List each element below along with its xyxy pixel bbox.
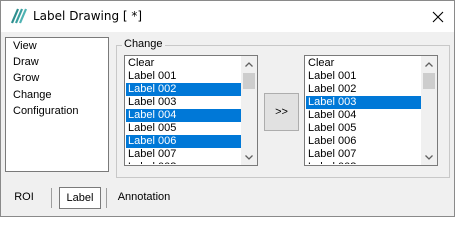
target-label-items: Clear Label 001 Label 002 Label 003 Label 00… xyxy=(306,57,422,164)
tab-separator xyxy=(106,188,107,208)
category-item-change[interactable]: Change xyxy=(13,89,52,102)
title-bar: Label Drawing [ *] xyxy=(1,1,454,32)
source-list-scrollbar[interactable] xyxy=(241,56,257,165)
list-item[interactable]: Label 001 xyxy=(126,70,242,83)
category-item-view[interactable]: View xyxy=(13,40,37,53)
scroll-down-button[interactable] xyxy=(421,149,437,165)
close-button[interactable] xyxy=(421,1,454,32)
list-item[interactable]: Label 003 xyxy=(306,96,422,109)
target-label-list[interactable]: Clear Label 001 Label 002 Label 003 Label 00… xyxy=(304,55,438,166)
category-item-draw[interactable]: Draw xyxy=(13,56,39,69)
change-group-label: Change xyxy=(122,38,165,51)
window-title: Label Drawing [ *] xyxy=(33,9,143,23)
tab-separator xyxy=(51,188,52,208)
source-label-items: Clear Label 001 Label 002 Label 003 Label 00… xyxy=(126,57,242,164)
list-item[interactable]: Label 004 xyxy=(306,109,422,122)
tab-label[interactable]: Label xyxy=(59,187,101,209)
app-logo-icon xyxy=(10,8,29,24)
category-item-configuration[interactable]: Configuration xyxy=(13,105,78,118)
list-item[interactable]: Label 007 xyxy=(126,148,242,161)
tab-roi[interactable]: ROI xyxy=(9,187,39,209)
list-item[interactable]: Label 005 xyxy=(306,122,422,135)
source-label-list[interactable]: Clear Label 001 Label 002 Label 003 Label 00… xyxy=(124,55,258,166)
scroll-up-button[interactable] xyxy=(421,56,437,72)
chevron-up-icon xyxy=(245,61,253,67)
tab-annotation[interactable]: Annotation xyxy=(111,187,177,209)
list-item[interactable]: Label 007 xyxy=(306,148,422,161)
list-item[interactable]: Clear xyxy=(306,57,422,70)
chevron-down-icon xyxy=(425,154,433,160)
scroll-down-button[interactable] xyxy=(241,149,257,165)
list-item[interactable]: Label 005 xyxy=(126,122,242,135)
scroll-thumb[interactable] xyxy=(243,73,255,89)
list-item[interactable]: Label 006 xyxy=(126,135,242,148)
list-item[interactable]: Label 004 xyxy=(126,109,242,122)
list-item[interactable]: Label 002 xyxy=(306,83,422,96)
label-drawing-window: Label Drawing [ *] View Draw Grow Change… xyxy=(0,0,455,217)
chevron-down-icon xyxy=(245,154,253,160)
list-item[interactable]: Label 008 xyxy=(126,161,242,164)
list-item[interactable]: Label 008 xyxy=(306,161,422,164)
list-item[interactable]: Label 003 xyxy=(126,96,242,109)
transfer-button[interactable]: >> xyxy=(264,93,299,131)
list-item[interactable]: Label 006 xyxy=(306,135,422,148)
target-list-scrollbar[interactable] xyxy=(421,56,437,165)
list-item[interactable]: Label 002 xyxy=(126,83,242,96)
chevron-up-icon xyxy=(425,61,433,67)
scroll-up-button[interactable] xyxy=(241,56,257,72)
category-item-grow[interactable]: Grow xyxy=(13,72,39,85)
list-item[interactable]: Clear xyxy=(126,57,242,70)
close-icon xyxy=(432,11,443,22)
list-item[interactable]: Label 001 xyxy=(306,70,422,83)
category-list[interactable]: View Draw Grow Change Configuration xyxy=(5,37,109,172)
scroll-thumb[interactable] xyxy=(423,73,435,89)
